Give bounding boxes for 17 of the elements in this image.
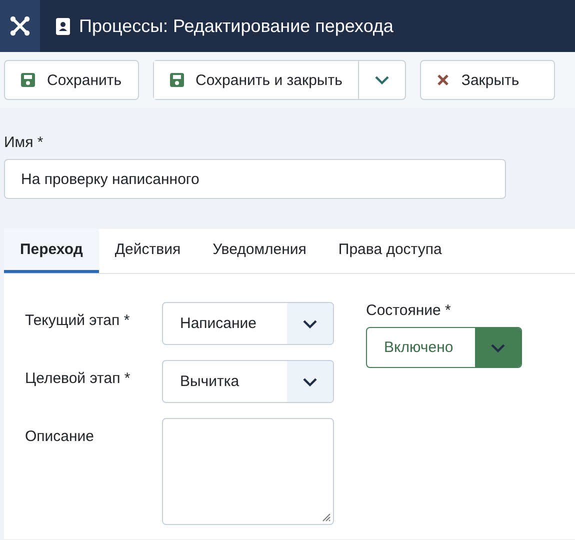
select-field[interactable]: Написание (162, 302, 334, 345)
tab[interactable]: Действия (98, 229, 197, 273)
tab[interactable]: Переход (4, 229, 99, 273)
tab[interactable]: Права доступа (322, 229, 458, 273)
save-close-button[interactable]: Сохранить и закрыть (154, 61, 360, 99)
close-button[interactable]: Закрыть (420, 60, 556, 100)
select-field[interactable]: Вычитка (162, 360, 334, 403)
select-field[interactable]: Включено (366, 327, 522, 368)
field-label: Текущий этап * (25, 311, 131, 331)
field-label: Описание (25, 427, 96, 447)
save-button[interactable]: Сохранить (4, 60, 139, 100)
field-label: Состояние * (366, 302, 452, 319)
page-title: Процессы: Редактирование перехода (79, 16, 394, 36)
field-label: Целевой этап * (25, 369, 132, 389)
tab[interactable]: Уведомления (196, 229, 322, 273)
name-field[interactable]: На проверку написанного (4, 159, 506, 199)
field-label: Имя * (4, 134, 44, 151)
